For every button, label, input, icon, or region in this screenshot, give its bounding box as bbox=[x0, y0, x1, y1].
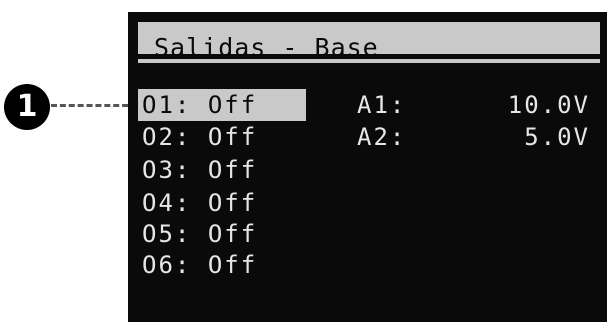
output-row-text: O5: Off bbox=[142, 218, 257, 250]
title-divider bbox=[138, 59, 600, 63]
output-state: Off bbox=[207, 123, 258, 151]
callout-badge-1: 1 bbox=[4, 84, 50, 130]
output-name: O6: bbox=[142, 251, 192, 279]
output-name: O4: bbox=[142, 189, 192, 217]
output-name: O2: bbox=[142, 123, 192, 151]
output-row-text: O3: Off bbox=[142, 154, 257, 186]
callout-leader-line bbox=[51, 104, 137, 107]
output-name: O1: bbox=[142, 91, 192, 119]
output-name: O3: bbox=[142, 156, 192, 184]
output-row-text: O4: Off bbox=[142, 187, 257, 219]
output-state: Off bbox=[207, 91, 258, 119]
output-row-o1[interactable]: O1: Off bbox=[138, 89, 306, 121]
output-state: Off bbox=[207, 189, 258, 217]
output-row-o6[interactable]: O6: Off bbox=[138, 249, 306, 281]
title-bar: Salidas - Base bbox=[138, 22, 600, 62]
output-name: O5: bbox=[142, 220, 192, 248]
output-row-text: O6: Off bbox=[142, 249, 257, 281]
output-state: Off bbox=[207, 156, 258, 184]
analog-a2-value[interactable]: 5.0V bbox=[524, 121, 590, 153]
output-row-text: O1: Off bbox=[142, 89, 257, 121]
output-state: Off bbox=[207, 251, 258, 279]
analog-a1-value[interactable]: 10.0V bbox=[508, 89, 590, 121]
callout-number: 1 bbox=[16, 89, 38, 124]
lcd-screen: Salidas - Base O1: Off O2: Off O3: Off O… bbox=[128, 12, 607, 322]
output-state: Off bbox=[207, 220, 258, 248]
output-row-o5[interactable]: O5: Off bbox=[138, 218, 306, 250]
analog-a1-label: A1: bbox=[357, 91, 407, 119]
output-row-text: O2: Off bbox=[142, 121, 257, 153]
output-row-o4[interactable]: O4: Off bbox=[138, 187, 306, 219]
output-row-o3[interactable]: O3: Off bbox=[138, 154, 306, 186]
output-row-o2[interactable]: O2: Off bbox=[138, 121, 306, 153]
analog-a2-label: A2: bbox=[357, 123, 407, 151]
